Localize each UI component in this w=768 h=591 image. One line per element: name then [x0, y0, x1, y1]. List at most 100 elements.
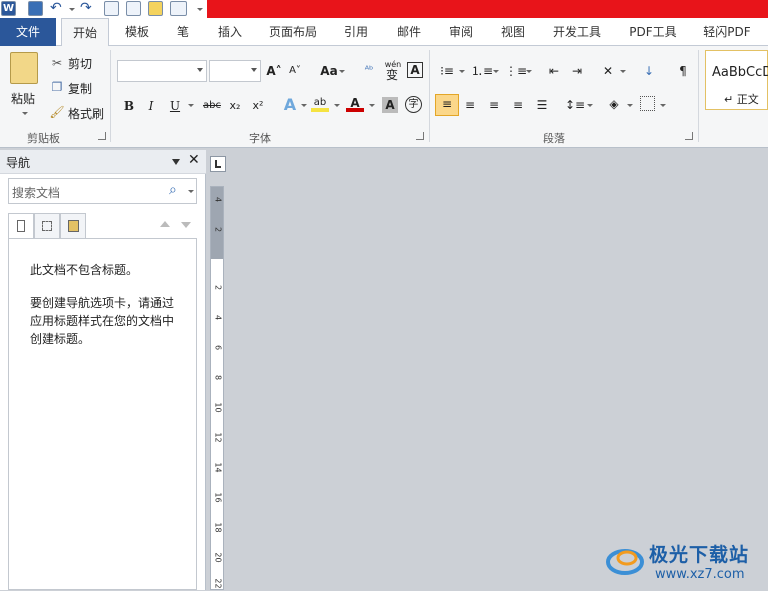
chinese-layout-dropdown-icon[interactable]	[620, 70, 626, 73]
tab-home[interactable]: 开始	[61, 18, 109, 47]
tab-page-layout[interactable]: 页面布局	[262, 18, 324, 46]
paragraph-launcher-icon[interactable]	[685, 132, 693, 140]
paste-icon[interactable]	[10, 52, 38, 84]
superscript-icon[interactable]: x²	[249, 97, 267, 115]
document-area[interactable]	[228, 150, 768, 590]
tab-light-pdf[interactable]: 轻闪PDF	[697, 18, 757, 46]
clipboard-icon[interactable]	[148, 1, 163, 16]
undo-dropdown-icon[interactable]	[69, 8, 75, 11]
copy-button[interactable]: 复制	[68, 80, 92, 97]
paste-dropdown-icon[interactable]	[22, 112, 28, 115]
shading-icon[interactable]: ◈	[605, 95, 623, 113]
change-case-dropdown-icon[interactable]	[339, 70, 345, 73]
multilevel-list-icon[interactable]: ⋮≡	[505, 62, 527, 80]
align-left-icon[interactable]: ≡	[435, 94, 459, 116]
tab-developer[interactable]: 开发工具	[546, 18, 608, 46]
font-color-icon[interactable]: A	[346, 94, 364, 112]
edit-icon[interactable]	[104, 1, 119, 16]
align-right-icon[interactable]: ≡	[485, 96, 503, 114]
distributed-icon[interactable]: ☰	[533, 96, 551, 114]
scissors-icon[interactable]: ✂	[48, 54, 66, 72]
borders-dropdown-icon[interactable]	[660, 104, 666, 107]
separator	[698, 50, 699, 142]
ruler-tab-selector[interactable]	[210, 156, 226, 172]
tab-file[interactable]: 文件	[0, 18, 56, 46]
char-border-icon[interactable]: A	[407, 62, 423, 78]
bullets-icon[interactable]: ⁝≡	[438, 62, 456, 80]
format-painter-icon[interactable]: 🖌	[48, 103, 66, 121]
save-icon[interactable]	[28, 1, 43, 16]
clear-format-icon[interactable]: ᴬᵇ	[360, 62, 378, 80]
chinese-layout-icon[interactable]: ✕	[599, 62, 617, 80]
font-size-combo[interactable]	[209, 60, 261, 82]
cut-button[interactable]: 剪切	[68, 55, 92, 72]
style-normal[interactable]: AaBbCcD ↵ 正文	[705, 50, 768, 110]
grow-font-icon[interactable]: A˄	[265, 62, 283, 80]
word-logo-icon[interactable]: W	[1, 1, 16, 16]
search-icon[interactable]: ⌕	[169, 182, 177, 198]
print-preview-icon[interactable]	[126, 1, 141, 16]
shrink-font-icon[interactable]: A˅	[286, 62, 304, 80]
bullets-dropdown-icon[interactable]	[459, 70, 465, 73]
prev-icon[interactable]	[160, 221, 170, 227]
next-icon[interactable]	[181, 222, 191, 228]
watermark-title: 极光下载站	[649, 544, 750, 566]
tab-mailings[interactable]: 邮件	[389, 18, 429, 46]
line-spacing-dropdown-icon[interactable]	[587, 104, 593, 107]
text-effect-icon[interactable]: A	[281, 96, 299, 114]
copy-icon[interactable]: ❐	[48, 78, 66, 96]
tab-results-icon[interactable]	[60, 213, 86, 239]
subscript-icon[interactable]: x₂	[226, 97, 244, 115]
underline-icon[interactable]: U	[166, 97, 184, 115]
tab-template[interactable]: 模板	[117, 18, 157, 46]
clipboard-launcher-icon[interactable]	[98, 132, 106, 140]
tab-pen[interactable]: 笔	[169, 18, 197, 46]
nav-menu-icon[interactable]	[172, 159, 180, 165]
tab-references[interactable]: 引用	[336, 18, 376, 46]
italic-icon[interactable]: I	[142, 97, 160, 115]
font-launcher-icon[interactable]	[416, 132, 424, 140]
close-icon[interactable]: ✕	[188, 152, 200, 168]
vertical-ruler[interactable]: 4 2 2 4 6 8 10 12 14 16 18 20 22	[210, 186, 224, 590]
tab-view[interactable]: 视图	[493, 18, 533, 46]
font-color-dropdown-icon[interactable]	[369, 104, 375, 107]
align-center-icon[interactable]: ≡	[461, 96, 479, 114]
shading-dropdown-icon[interactable]	[627, 104, 633, 107]
enclose-char-icon[interactable]: 字	[405, 96, 422, 113]
increase-indent-icon[interactable]: ⇥	[568, 62, 586, 80]
paste-button[interactable]: 粘贴	[11, 90, 35, 107]
text-effect-dropdown-icon[interactable]	[301, 104, 307, 107]
search-dropdown-icon[interactable]	[188, 190, 194, 193]
underline-dropdown-icon[interactable]	[188, 104, 194, 107]
multilevel-dropdown-icon[interactable]	[526, 70, 532, 73]
book-icon[interactable]	[170, 1, 187, 16]
borders-icon[interactable]	[640, 96, 655, 111]
highlight-icon[interactable]: ab	[311, 94, 329, 112]
highlight-dropdown-icon[interactable]	[334, 104, 340, 107]
ruler-number: 2	[213, 226, 223, 233]
redo-icon[interactable]: ↷	[80, 1, 95, 16]
tab-headings-icon[interactable]	[8, 213, 34, 239]
tab-pages-icon[interactable]	[34, 213, 60, 239]
char-shading-icon[interactable]: A	[382, 97, 398, 113]
search-input[interactable]: 搜索文档 ⌕	[8, 178, 197, 204]
clipboard-group-label: 剪贴板	[27, 132, 60, 145]
change-case-icon[interactable]: Aa	[318, 62, 340, 80]
numbering-dropdown-icon[interactable]	[493, 70, 499, 73]
sort-icon[interactable]: ↓	[640, 62, 658, 80]
tab-review[interactable]: 审阅	[441, 18, 481, 46]
justify-icon[interactable]: ≡	[509, 96, 527, 114]
undo-icon[interactable]: ↶	[50, 1, 65, 16]
format-painter-button[interactable]: 格式刷	[68, 105, 104, 122]
numbering-icon[interactable]: ⒈≡	[471, 62, 493, 80]
tab-insert[interactable]: 插入	[210, 18, 250, 46]
bold-icon[interactable]: B	[120, 97, 138, 115]
show-marks-icon[interactable]: ¶	[674, 62, 692, 80]
tab-pdf-tools[interactable]: PDF工具	[623, 18, 683, 46]
strikethrough-icon[interactable]: abc	[201, 97, 223, 115]
font-name-combo[interactable]	[117, 60, 207, 82]
customize-qat-icon[interactable]	[197, 8, 203, 11]
line-spacing-icon[interactable]: ↕≡	[565, 96, 585, 114]
search-placeholder: 搜索文档	[12, 186, 61, 200]
decrease-indent-icon[interactable]: ⇤	[545, 62, 563, 80]
